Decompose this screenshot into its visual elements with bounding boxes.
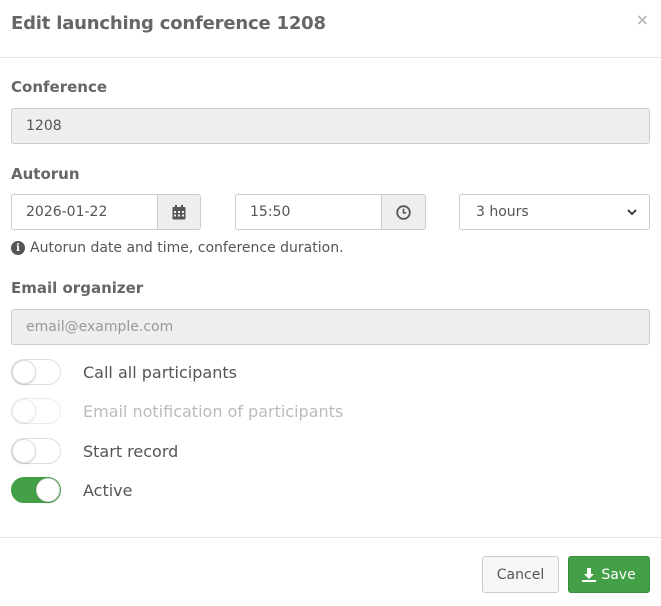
save-button[interactable]: Save [568,556,650,593]
chevron-down-icon [627,208,637,215]
conference-field: 1208 [11,108,650,144]
cancel-label: Cancel [496,566,545,583]
autorun-label: Autorun [11,165,80,183]
email-notification-switch [11,398,61,424]
close-icon[interactable]: × [636,10,649,29]
clock-icon [396,204,411,220]
call-all-switch[interactable] [11,359,61,385]
autorun-time-input[interactable]: 15:50 [235,194,382,230]
duration-value: 3 hours [476,204,529,220]
calendar-icon [172,204,186,219]
call-all-label: Call all participants [83,362,237,382]
email-label: Email organizer [11,279,144,297]
toggle-start-record[interactable]: Start record [11,437,178,465]
start-record-label: Start record [83,441,179,461]
cancel-button[interactable]: Cancel [482,556,559,593]
active-switch[interactable] [11,477,61,503]
modal-footer: Cancel Save [0,537,661,606]
modal-title: Edit launching conference 1208 [11,13,326,34]
download-icon [582,567,597,582]
autorun-date-input[interactable]: 2026-01-22 [11,194,158,230]
save-label: Save [601,566,636,583]
autorun-help-text: Autorun date and time, conference durati… [30,240,344,256]
duration-select[interactable]: 3 hours [459,194,650,230]
time-button[interactable] [381,194,426,230]
toggle-active[interactable]: Active [11,476,133,504]
start-record-switch[interactable] [11,438,61,464]
toggle-email-notification: Email notification of participants [11,397,343,425]
modal-header: Edit launching conference 1208 × [0,0,661,58]
toggle-call-all[interactable]: Call all participants [11,358,237,386]
info-icon: i [11,241,25,255]
email-field[interactable] [11,309,650,345]
email-notification-label: Email notification of participants [83,401,344,421]
autorun-help: i Autorun date and time, conference dura… [11,240,344,256]
active-label: Active [83,480,133,500]
calendar-button[interactable] [157,194,201,230]
conference-label: Conference [11,78,108,96]
